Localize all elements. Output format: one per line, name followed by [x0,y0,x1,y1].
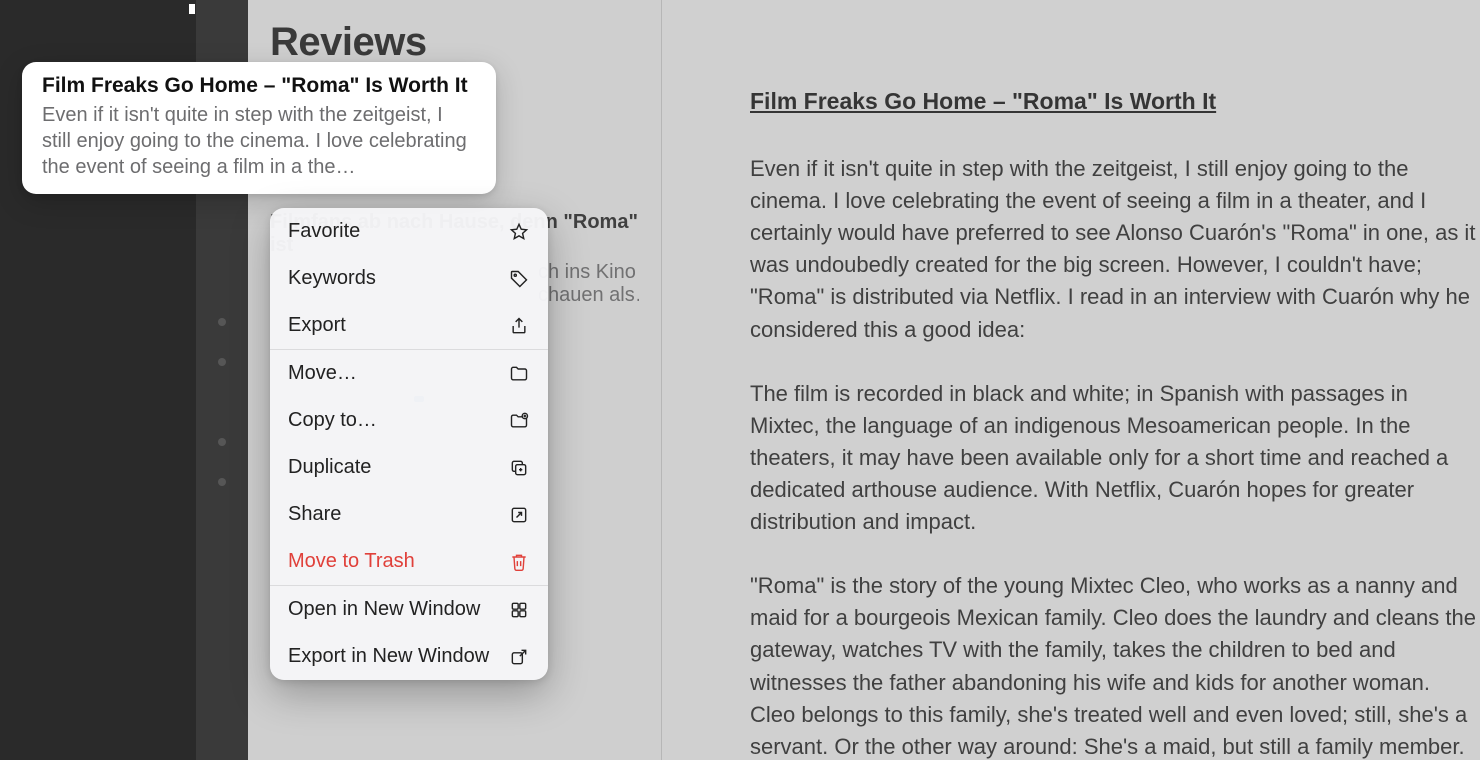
menu-export[interactable]: Export [270,302,548,349]
document-content: Film Freaks Go Home – "Roma" Is Worth It… [662,0,1480,760]
menu-label: Move… [288,362,357,385]
list-item-preview: Even if it isn't quite in step with the … [42,102,476,180]
share-up-icon [508,315,530,337]
sidebar-dot [218,358,226,366]
menu-label: Share [288,503,341,526]
menu-label: Move to Trash [288,550,415,573]
export-window-icon [508,646,530,668]
menu-label: Open in New Window [288,598,480,621]
article-body[interactable]: Even if it isn't quite in step with the … [750,153,1480,760]
duplicate-icon [508,457,530,479]
article-title[interactable]: Film Freaks Go Home – "Roma" Is Worth It [750,88,1480,115]
sidebar-dot [218,438,226,446]
menu-move-to-trash[interactable]: Move to Trash [270,538,548,585]
article-paragraph: "Roma" is the story of the young Mixtec … [750,570,1480,760]
grid-icon [508,599,530,621]
menu-move[interactable]: Move… [270,350,548,397]
cursor-artifact [189,4,195,14]
folder-plus-icon [508,410,530,432]
menu-favorite[interactable]: Favorite [270,208,548,255]
menu-duplicate[interactable]: Duplicate [270,444,548,491]
menu-label: Export in New Window [288,645,489,668]
menu-label: Copy to… [288,409,377,432]
star-icon [508,221,530,243]
menu-export-new-window[interactable]: Export in New Window [270,633,548,680]
tag-icon [508,268,530,290]
article-paragraph: The film is recorded in black and white;… [750,378,1480,539]
folder-icon [508,363,530,385]
list-item-selected-card[interactable]: Film Freaks Go Home – "Roma" Is Worth It… [22,62,496,194]
menu-label: Keywords [288,267,376,290]
menu-share[interactable]: Share [270,491,548,538]
menu-label: Favorite [288,220,360,243]
menu-keywords[interactable]: Keywords [270,255,548,302]
list-item-title: Film Freaks Go Home – "Roma" Is Worth It [42,74,476,98]
open-out-icon [508,504,530,526]
menu-copy-to[interactable]: Copy to… [270,397,548,444]
article-paragraph: Even if it isn't quite in step with the … [750,153,1480,346]
trash-icon [508,551,530,573]
menu-open-new-window[interactable]: Open in New Window [270,586,548,633]
sidebar-dot [218,478,226,486]
sidebar-dot [218,318,226,326]
menu-label: Duplicate [288,456,371,479]
menu-label: Export [288,314,346,337]
context-menu: Favorite Keywords Export Move… Copy to… … [270,208,548,680]
